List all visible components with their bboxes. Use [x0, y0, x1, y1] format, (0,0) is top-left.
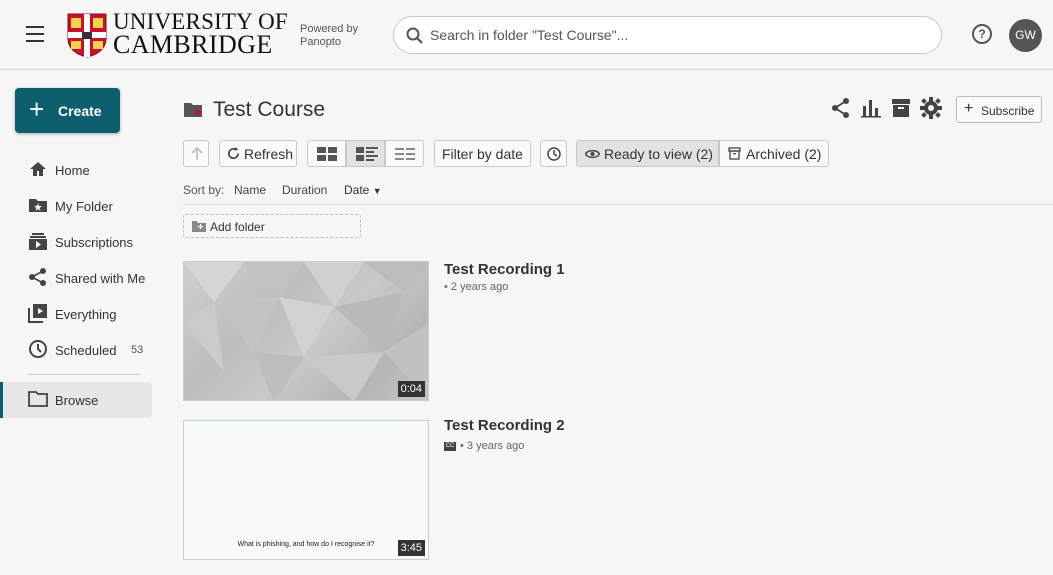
sidebar-item-subscriptions[interactable]: Subscriptions: [0, 225, 160, 261]
archive-icon[interactable]: [890, 97, 912, 119]
recording-title[interactable]: Test Recording 2: [444, 417, 565, 434]
subscriptions-icon: [29, 233, 47, 250]
create-button[interactable]: + Create: [15, 88, 120, 133]
closed-captions-icon: CC: [444, 441, 456, 451]
grid-icon: [317, 147, 337, 161]
recording-thumbnail[interactable]: 0:04: [183, 261, 429, 401]
home-icon: [30, 162, 46, 176]
arrow-up-icon: [191, 147, 203, 160]
sidebar-item-home[interactable]: Home: [0, 153, 160, 189]
search-input[interactable]: [430, 25, 910, 45]
sidebar-item-my-folder[interactable]: My Folder: [0, 189, 160, 225]
divider: [183, 204, 1053, 205]
sort-label: Sort by:: [183, 183, 225, 197]
add-folder-icon: [192, 221, 206, 232]
list-icon: [395, 148, 415, 160]
clock-icon: [547, 147, 561, 161]
plus-icon: +: [29, 94, 45, 124]
sidebar-item-browse[interactable]: Browse: [0, 382, 152, 418]
cambridge-crest-logo: [67, 13, 107, 58]
sidebar-nav: Home My Folder Subscriptions Shared with…: [0, 153, 160, 369]
folder-icon: [184, 103, 202, 117]
sort-duration[interactable]: Duration: [282, 183, 327, 197]
refresh-button[interactable]: Refresh: [219, 140, 297, 167]
clock-icon: [29, 340, 47, 358]
recording-title[interactable]: Test Recording 1: [444, 261, 565, 278]
search-box[interactable]: [393, 16, 942, 54]
refresh-icon: [228, 147, 239, 159]
share-icon[interactable]: [830, 97, 852, 119]
star-folder-icon: [29, 199, 47, 212]
menu-icon[interactable]: [26, 26, 48, 44]
sidebar-item-shared-with-me[interactable]: Shared with Me: [0, 261, 160, 297]
up-folder-button[interactable]: [183, 140, 209, 167]
detail-list-icon: [356, 147, 378, 161]
view-details-button[interactable]: [346, 140, 385, 167]
thumbnail-caption: What is phishing, and how do I recognise…: [237, 541, 375, 548]
eye-icon: [585, 149, 600, 159]
filter-by-date-button[interactable]: Filter by date: [434, 140, 531, 167]
duration-badge: 0:04: [397, 381, 425, 397]
powered-by-panopto: Powered by Panopto: [300, 23, 359, 48]
recording-meta-row: CC • 3 years ago: [444, 440, 525, 452]
plus-icon: +: [964, 100, 974, 117]
stats-icon[interactable]: [860, 97, 882, 119]
duration-badge: 3:45: [397, 540, 425, 556]
university-wordmark: UNIVERSITY OF CAMBRIDGE: [113, 9, 288, 59]
share-icon: [29, 268, 46, 286]
search-icon: [406, 27, 423, 44]
recording-thumbnail[interactable]: What is phishing, and how do I recognise…: [183, 420, 429, 560]
video-library-icon: [28, 304, 47, 323]
archive-icon: [728, 147, 741, 160]
sidebar-item-scheduled[interactable]: Scheduled 53: [0, 333, 160, 369]
sort-date[interactable]: Date ▼: [344, 183, 382, 197]
scheduled-count: 53: [131, 344, 144, 356]
avatar[interactable]: GW: [1009, 19, 1042, 52]
add-folder-button[interactable]: Add folder: [183, 214, 361, 238]
history-button[interactable]: [540, 140, 567, 167]
sort-name[interactable]: Name: [234, 183, 266, 197]
top-bar: UNIVERSITY OF CAMBRIDGE Powered by Panop…: [0, 0, 1053, 70]
sidebar-item-everything[interactable]: Everything: [0, 297, 160, 333]
recording-meta: • 2 years ago: [444, 281, 509, 293]
subscribe-button[interactable]: + Subscribe: [956, 96, 1042, 123]
view-list-button[interactable]: [385, 140, 424, 167]
folder-outline-icon: [28, 391, 48, 407]
view-thumbnails-button[interactable]: [307, 140, 346, 167]
archived-tab[interactable]: Archived (2): [719, 140, 829, 167]
caret-down-icon: ▼: [372, 186, 382, 196]
gear-icon[interactable]: [920, 97, 942, 119]
ready-to-view-tab[interactable]: Ready to view (2): [576, 140, 719, 167]
sidebar-divider: [28, 374, 140, 375]
thumbnail-pattern: [184, 262, 428, 400]
help-icon[interactable]: ?: [972, 24, 992, 44]
